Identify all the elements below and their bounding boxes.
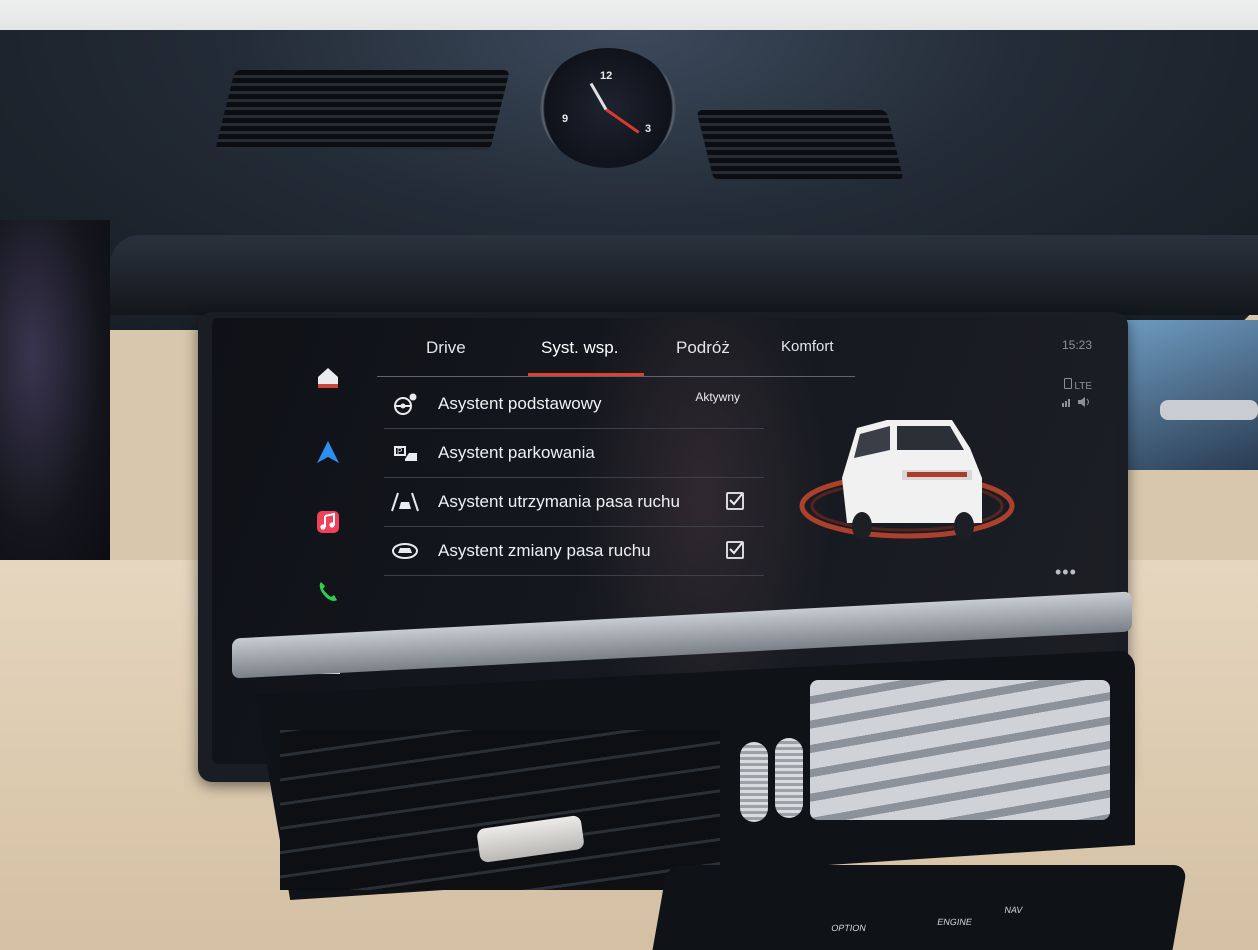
tab-podroz[interactable]: Podróż: [672, 332, 734, 364]
basic-assist-label: Asystent podstawowy: [438, 394, 602, 413]
basic-assist-status: Aktywny: [695, 390, 740, 404]
console-engine-label[interactable]: ENGINE: [937, 917, 973, 927]
tab-drive[interactable]: Drive: [422, 332, 470, 364]
status-indicators: LTE: [1062, 378, 1092, 414]
list-item-lane-change-assist[interactable]: Asystent zmiany pasa ruchu: [384, 527, 764, 576]
air-vent-slats-left: [280, 730, 720, 890]
phone-icon[interactable]: [312, 576, 344, 608]
home-icon[interactable]: [312, 362, 344, 394]
instrument-cluster-edge: [0, 220, 110, 560]
list-item-parking-assist[interactable]: P Asystent parkowania: [384, 429, 764, 478]
door-handle: [1160, 400, 1258, 420]
parking-assist-label: Asystent parkowania: [438, 443, 595, 462]
clock-number-12: 12: [600, 70, 613, 82]
lane-keep-icon: [384, 488, 426, 516]
navigation-icon[interactable]: [312, 436, 344, 468]
console-nav-label[interactable]: NAV: [1004, 905, 1024, 915]
console-option-label[interactable]: OPTION: [831, 923, 867, 933]
clock-hour-hand: [589, 82, 608, 111]
clock-number-9: 9: [562, 113, 569, 125]
signal-icon: [1062, 397, 1089, 407]
lane-keep-label: Asystent utrzymania pasa ruchu: [438, 492, 680, 511]
parking-assist-icon: P: [384, 439, 426, 467]
signal-volume-icons: [1062, 396, 1092, 414]
clock-number-3: 3: [645, 123, 652, 135]
dashboard-lip: [110, 235, 1258, 315]
tab-bar: Drive Syst. wsp. Podróż Komfort: [377, 332, 867, 378]
network-status: LTE: [1062, 378, 1092, 396]
status-time: 15:23: [1061, 338, 1092, 352]
side-window-view: [1120, 320, 1258, 470]
air-vent-slats-right: [810, 680, 1110, 820]
list-item-basic-assist[interactable]: Asystent podstawowy Aktywny: [384, 380, 764, 429]
clock-second-hand: [605, 108, 640, 134]
lane-change-label: Asystent zmiany pasa ruchu: [438, 541, 651, 560]
vent-thumbwheel-right[interactable]: [775, 738, 803, 818]
dashboard-clock: 12 3 9: [540, 48, 676, 168]
tab-komfort[interactable]: Komfort: [777, 332, 838, 361]
lane-change-icon: [384, 537, 426, 565]
lane-keep-checkbox[interactable]: [726, 492, 744, 510]
svg-text:P: P: [397, 447, 402, 456]
active-tab-indicator: [528, 373, 644, 376]
vent-thumbwheel-left[interactable]: [740, 742, 768, 822]
lane-change-checkbox[interactable]: [726, 541, 744, 559]
phone-status-icon: [1063, 378, 1072, 389]
upper-air-vent-left: [215, 70, 510, 150]
network-label: LTE: [1074, 381, 1092, 392]
upper-air-vent-right: [696, 110, 904, 180]
vehicle-visualization: [792, 408, 1022, 568]
music-icon[interactable]: [312, 506, 344, 538]
tab-syst-wsp[interactable]: Syst. wsp.: [537, 332, 622, 364]
list-item-lane-keep-assist[interactable]: Asystent utrzymania pasa ruchu: [384, 478, 764, 527]
more-options-icon[interactable]: •••: [1055, 562, 1077, 583]
center-console-panel: OPTION ENGINE NAV: [652, 865, 1188, 950]
tabs-divider: [377, 376, 855, 377]
assist-settings-list: Asystent podstawowy Aktywny P Asystent p…: [384, 380, 764, 576]
driver-assist-icon: [384, 390, 426, 418]
